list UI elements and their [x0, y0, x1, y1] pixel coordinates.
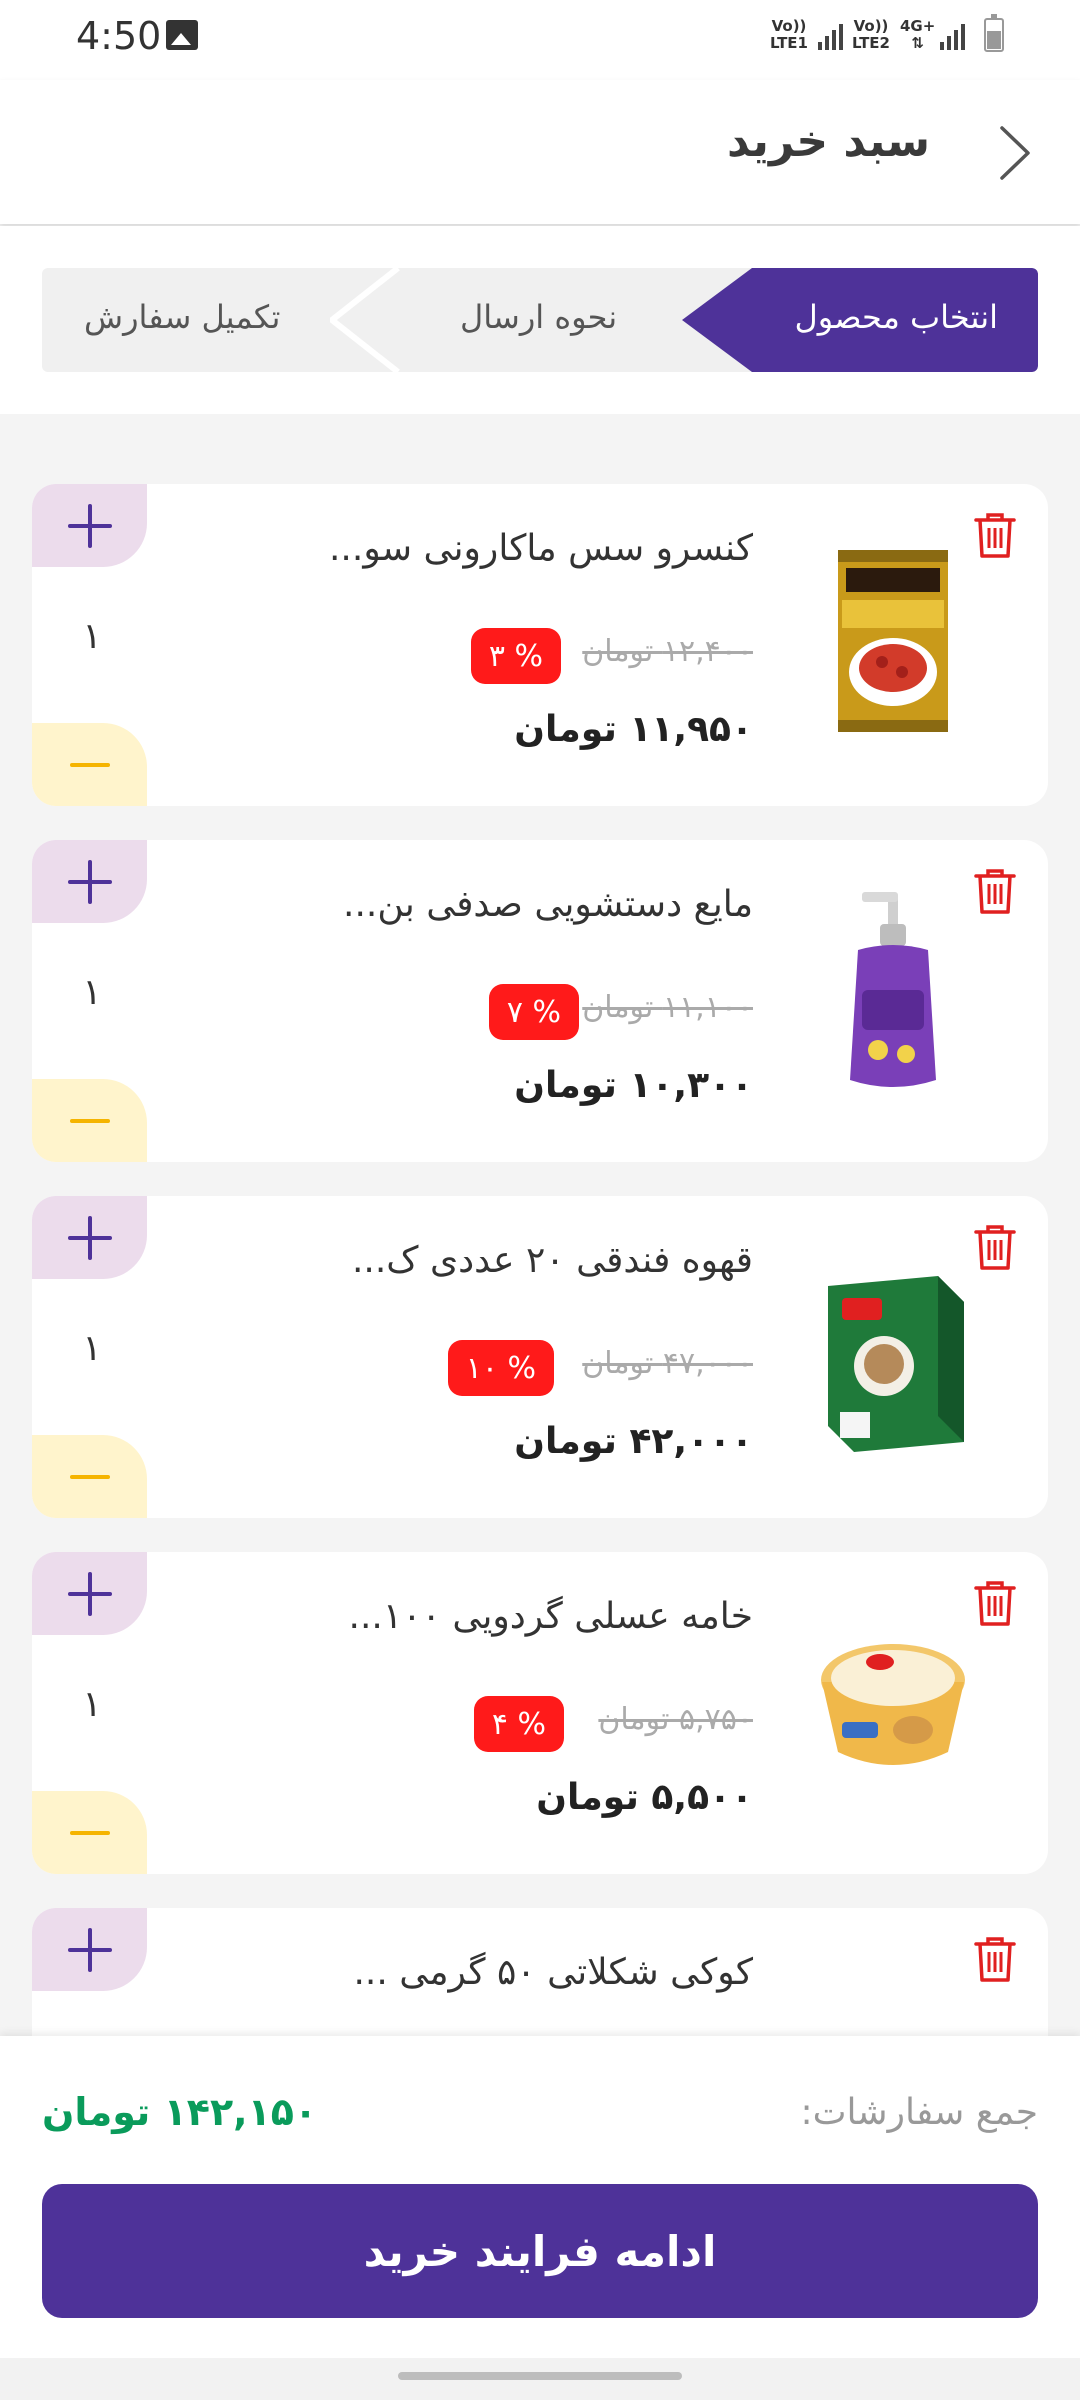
decrease-quantity-button[interactable]: [32, 1791, 147, 1874]
status-time: 4:50: [76, 14, 162, 58]
cart-item: ۱ مایع دستشویی صدفی بن... ۱۱,۱۰۰ تومان %…: [32, 840, 1048, 1162]
product-image-coffee-box[interactable]: [818, 1246, 968, 1456]
total-label: جمع سفارشات:: [800, 2092, 1038, 2133]
network-type: 4G+ ⇅: [900, 18, 935, 52]
cart-item: ۱ قهوه فندقی ۲۰ عددی ک... ۴۷,۰۰۰ تومان %…: [32, 1196, 1048, 1518]
step-label: انتخاب محصول: [794, 298, 998, 336]
checkout-steps-section: انتخاب محصول نحوه ارسال تکمیل سفارش: [0, 226, 1080, 414]
checkout-summary: جمع سفارشات: ۱۴۲,۱۵۰ تومان ادامه فرایند …: [0, 2036, 1080, 2400]
minus-icon: [69, 1474, 110, 1479]
product-name[interactable]: مایع دستشویی صدفی بن...: [343, 884, 753, 925]
sim1-volte: Vo)): [771, 17, 807, 35]
plus-icon: [67, 1927, 112, 1972]
step-shipping-method[interactable]: نحوه ارسال: [460, 298, 617, 336]
continue-checkout-button[interactable]: ادامه فرایند خرید: [42, 2184, 1038, 2318]
quantity-value: ۱: [82, 1684, 102, 1725]
decrease-quantity-button[interactable]: [32, 723, 147, 806]
increase-quantity-button[interactable]: [32, 840, 147, 923]
sim1-signal-icon: [818, 20, 843, 50]
page-title: سبد خرید: [727, 116, 930, 167]
cart-item: ۱ کنسرو سس ماکارونی سو... ۱۲,۴۰۰ تومان %…: [32, 484, 1048, 806]
product-name[interactable]: قهوه فندقی ۲۰ عددی ک...: [352, 1240, 753, 1281]
minus-icon: [69, 1118, 110, 1123]
price: ۴۲,۰۰۰ تومان: [514, 1421, 753, 1462]
step-select-product[interactable]: انتخاب محصول: [682, 268, 1038, 372]
product-name[interactable]: خامه عسلی گردویی ۱۰۰...: [349, 1596, 753, 1637]
sim2-label: Vo)) LTE2: [852, 18, 890, 52]
cart-item: ۱ خامه عسلی گردویی ۱۰۰... ۵,۷۵۰ تومان %: [32, 1552, 1048, 1874]
price: ۱۰,۳۰۰ تومان: [514, 1065, 753, 1106]
step-separator-icon: [330, 268, 400, 372]
battery-icon: [984, 14, 1004, 52]
checkout-steps: انتخاب محصول نحوه ارسال تکمیل سفارش: [42, 268, 1038, 372]
trash-icon[interactable]: [972, 1934, 1018, 1984]
plus-icon: [67, 503, 112, 548]
system-nav-bar: [0, 2358, 1080, 2400]
product-image-cream-cup[interactable]: [818, 1602, 968, 1812]
product-image-canned-pasta-sauce[interactable]: [818, 534, 968, 744]
sim1-lte: LTE1: [770, 34, 808, 52]
increase-quantity-button[interactable]: [32, 484, 147, 567]
old-price: ۱۱,۱۰۰ تومان: [582, 990, 753, 1025]
price: ۵,۵۰۰ تومان: [536, 1777, 753, 1818]
quantity-value: ۱: [82, 972, 102, 1013]
app-header: سبد خرید: [0, 80, 1080, 224]
decrease-quantity-button[interactable]: [32, 1435, 147, 1518]
trash-icon[interactable]: [972, 866, 1018, 916]
discount-badge: % ۷: [488, 984, 579, 1040]
status-bar: 4:50 Vo)) LTE1 Vo)) LTE2 4G+ ⇅: [0, 0, 1080, 80]
product-name[interactable]: کوکی شکلاتی ۵۰ گرمی ...: [353, 1952, 753, 1993]
increase-quantity-button[interactable]: [32, 1908, 147, 1991]
old-price: ۵,۷۵۰ تومان: [598, 1702, 753, 1737]
total-value: ۱۴۲,۱۵۰ تومان: [42, 2090, 318, 2134]
discount-badge: % ۴: [473, 1696, 564, 1752]
step-complete-order[interactable]: تکمیل سفارش: [84, 298, 280, 336]
home-gesture-handle[interactable]: [398, 2372, 682, 2380]
screen: 4:50 Vo)) LTE1 Vo)) LTE2 4G+ ⇅ سبد خرید: [0, 0, 1080, 2400]
price: ۱۱,۹۵۰ تومان: [514, 709, 753, 750]
discount-badge: % ۱۰: [447, 1340, 554, 1396]
plus-icon: [67, 1215, 112, 1260]
plus-icon: [67, 1571, 112, 1616]
quantity-value: ۱: [82, 1328, 102, 1369]
back-arrow-icon[interactable]: [988, 120, 1040, 186]
increase-quantity-button[interactable]: [32, 1196, 147, 1279]
old-price: ۴۷,۰۰۰ تومان: [582, 1346, 753, 1381]
minus-icon: [69, 1830, 110, 1835]
trash-icon[interactable]: [972, 510, 1018, 560]
data-arrows-icon: ⇅: [911, 34, 924, 52]
network-label: 4G+: [900, 17, 936, 35]
minus-icon: [69, 762, 110, 767]
trash-icon[interactable]: [972, 1578, 1018, 1628]
plus-icon: [67, 859, 112, 904]
sim2-lte: LTE2: [852, 34, 890, 52]
old-price: ۱۲,۴۰۰ تومان: [582, 634, 753, 669]
sim1-label: Vo)) LTE1: [770, 18, 808, 52]
trash-icon[interactable]: [972, 1222, 1018, 1272]
sim2-volte: Vo)): [853, 17, 889, 35]
product-image-hand-wash-bottle[interactable]: [818, 890, 968, 1100]
increase-quantity-button[interactable]: [32, 1552, 147, 1635]
discount-badge: % ۳: [470, 628, 561, 684]
sim2-signal-icon: [940, 20, 965, 50]
decrease-quantity-button[interactable]: [32, 1079, 147, 1162]
quantity-value: ۱: [82, 616, 102, 657]
gallery-notification-icon: [166, 20, 198, 50]
product-name[interactable]: کنسرو سس ماکارونی سو...: [329, 528, 753, 569]
